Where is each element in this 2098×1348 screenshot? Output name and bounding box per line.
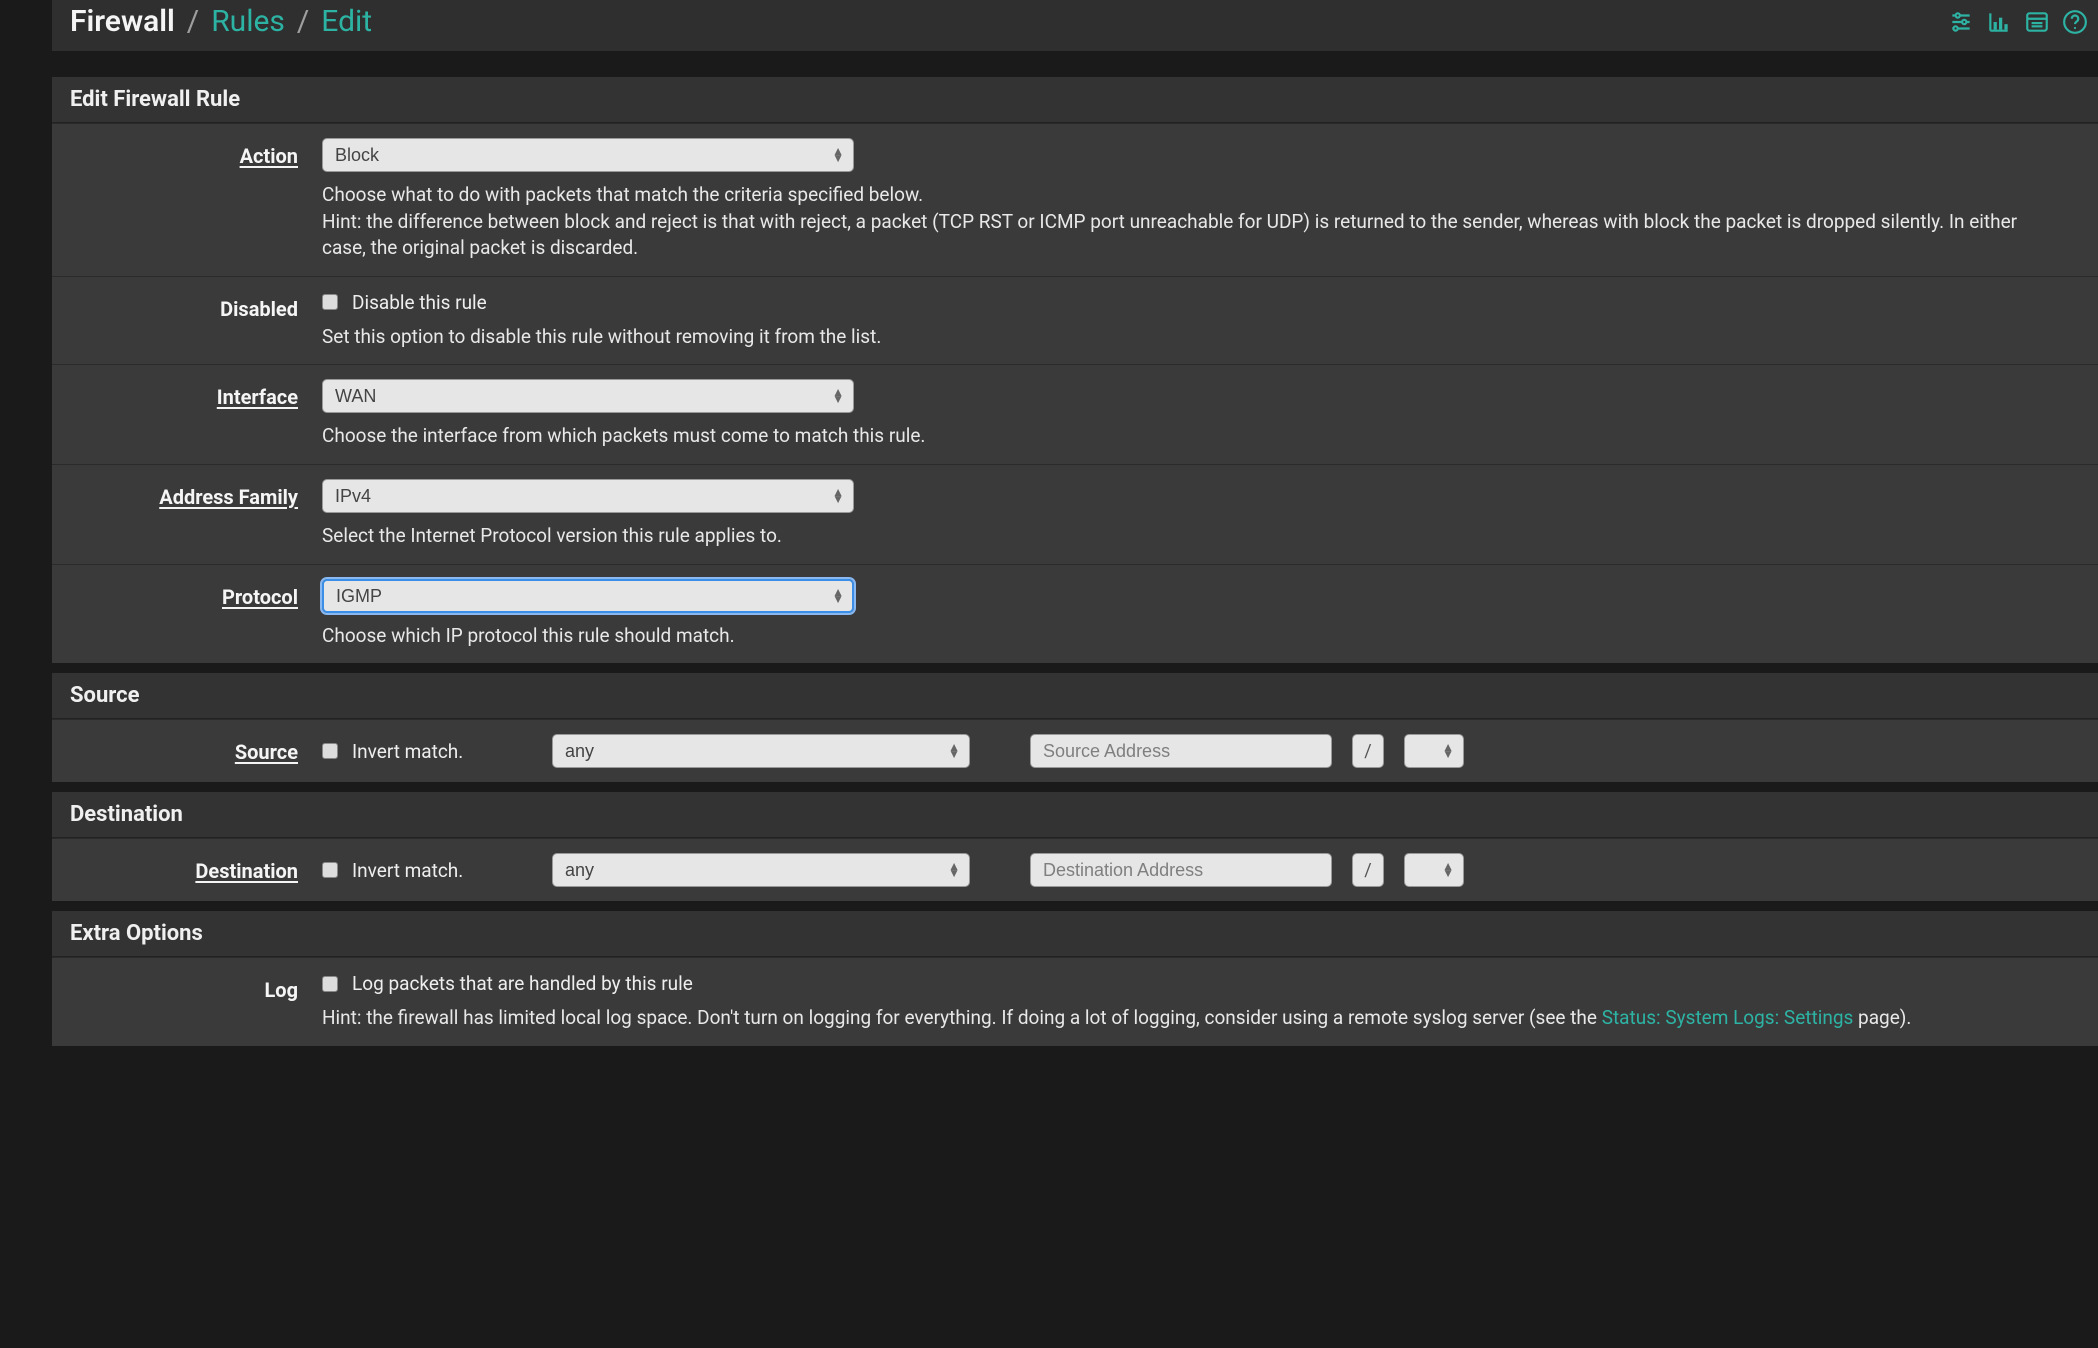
destination-address-input[interactable]	[1030, 853, 1332, 887]
panel-destination: Destination Destination Invert match. an…	[52, 792, 2098, 901]
row-destination: Destination Invert match. any ▲▼	[52, 838, 2098, 901]
syslog-settings-link[interactable]: Status: System Logs: Settings	[1602, 1006, 1854, 1029]
row-log: Log Log packets that are handled by this…	[52, 957, 2098, 1046]
label-protocol: Protocol	[222, 585, 298, 609]
help-disabled: Set this option to disable this rule wit…	[322, 324, 1382, 351]
panel-title: Destination	[52, 792, 2098, 838]
panel-source: Source Source Invert match. any ▲▼	[52, 673, 2098, 782]
disabled-cb-label: Disable this rule	[352, 291, 487, 314]
panel-title: Source	[52, 673, 2098, 719]
breadcrumb-root: Firewall	[70, 4, 175, 39]
label-source: Source	[235, 740, 298, 764]
help-interface: Choose the interface from which packets …	[322, 423, 1382, 450]
sliders-icon[interactable]	[1948, 9, 1974, 35]
help-action: Choose what to do with packets that matc…	[322, 182, 2078, 262]
disabled-checkbox[interactable]	[322, 294, 338, 310]
panel-edit-firewall-rule: Edit Firewall Rule Action Block ▲▼ Choos…	[52, 77, 2098, 663]
row-protocol: Protocol IGMP ▲▼ Choose which IP protoco…	[52, 564, 2098, 664]
help-protocol: Choose which IP protocol this rule shoul…	[322, 623, 1382, 650]
destination-mask-select[interactable]	[1404, 853, 1464, 887]
protocol-select[interactable]: IGMP	[322, 579, 854, 613]
panel-title: Extra Options	[52, 911, 2098, 957]
label-destination: Destination	[195, 859, 298, 883]
log-checkbox[interactable]	[322, 976, 338, 992]
log-cb-label: Log packets that are handled by this rul…	[352, 972, 693, 995]
bar-chart-icon[interactable]	[1986, 9, 2012, 35]
breadcrumb-edit-link[interactable]: Edit	[321, 4, 372, 39]
source-invert-label: Invert match.	[352, 740, 463, 763]
label-disabled: Disabled	[220, 297, 298, 321]
label-log: Log	[264, 978, 298, 1002]
breadcrumb-sep: /	[183, 4, 203, 39]
label-action: Action	[240, 144, 298, 168]
source-type-select[interactable]: any	[552, 734, 970, 768]
label-address-family: Address Family	[159, 485, 298, 509]
row-source: Source Invert match. any ▲▼	[52, 719, 2098, 782]
destination-invert-checkbox[interactable]	[322, 862, 338, 878]
row-address-family: Address Family IPv4 ▲▼ Select the Intern…	[52, 464, 2098, 564]
breadcrumb: Firewall / Rules / Edit	[70, 4, 372, 39]
source-invert-checkbox[interactable]	[322, 743, 338, 759]
help-icon[interactable]	[2062, 9, 2088, 35]
address-family-select[interactable]: IPv4	[322, 479, 854, 513]
source-mask-select[interactable]	[1404, 734, 1464, 768]
row-disabled: Disabled Disable this rule Set this opti…	[52, 276, 2098, 365]
source-address-input[interactable]	[1030, 734, 1332, 768]
panel-title: Edit Firewall Rule	[52, 77, 2098, 123]
panel-extra-options: Extra Options Log Log packets that are h…	[52, 911, 2098, 1046]
source-mask-sep: /	[1352, 734, 1384, 768]
list-icon[interactable]	[2024, 9, 2050, 35]
help-log: Hint: the firewall has limited local log…	[322, 1005, 2078, 1032]
help-address-family: Select the Internet Protocol version thi…	[322, 523, 1382, 550]
destination-invert-label: Invert match.	[352, 859, 463, 882]
breadcrumb-sep: /	[293, 4, 313, 39]
row-interface: Interface WAN ▲▼ Choose the interface fr…	[52, 364, 2098, 464]
breadcrumb-rules-link[interactable]: Rules	[211, 4, 285, 39]
destination-type-select[interactable]: any	[552, 853, 970, 887]
label-interface: Interface	[217, 385, 298, 409]
header-action-icons	[1948, 9, 2088, 35]
destination-mask-sep: /	[1352, 853, 1384, 887]
row-action: Action Block ▲▼ Choose what to do with p…	[52, 123, 2098, 276]
action-select[interactable]: Block	[322, 138, 854, 172]
page-header: Firewall / Rules / Edit	[52, 0, 2098, 51]
interface-select[interactable]: WAN	[322, 379, 854, 413]
